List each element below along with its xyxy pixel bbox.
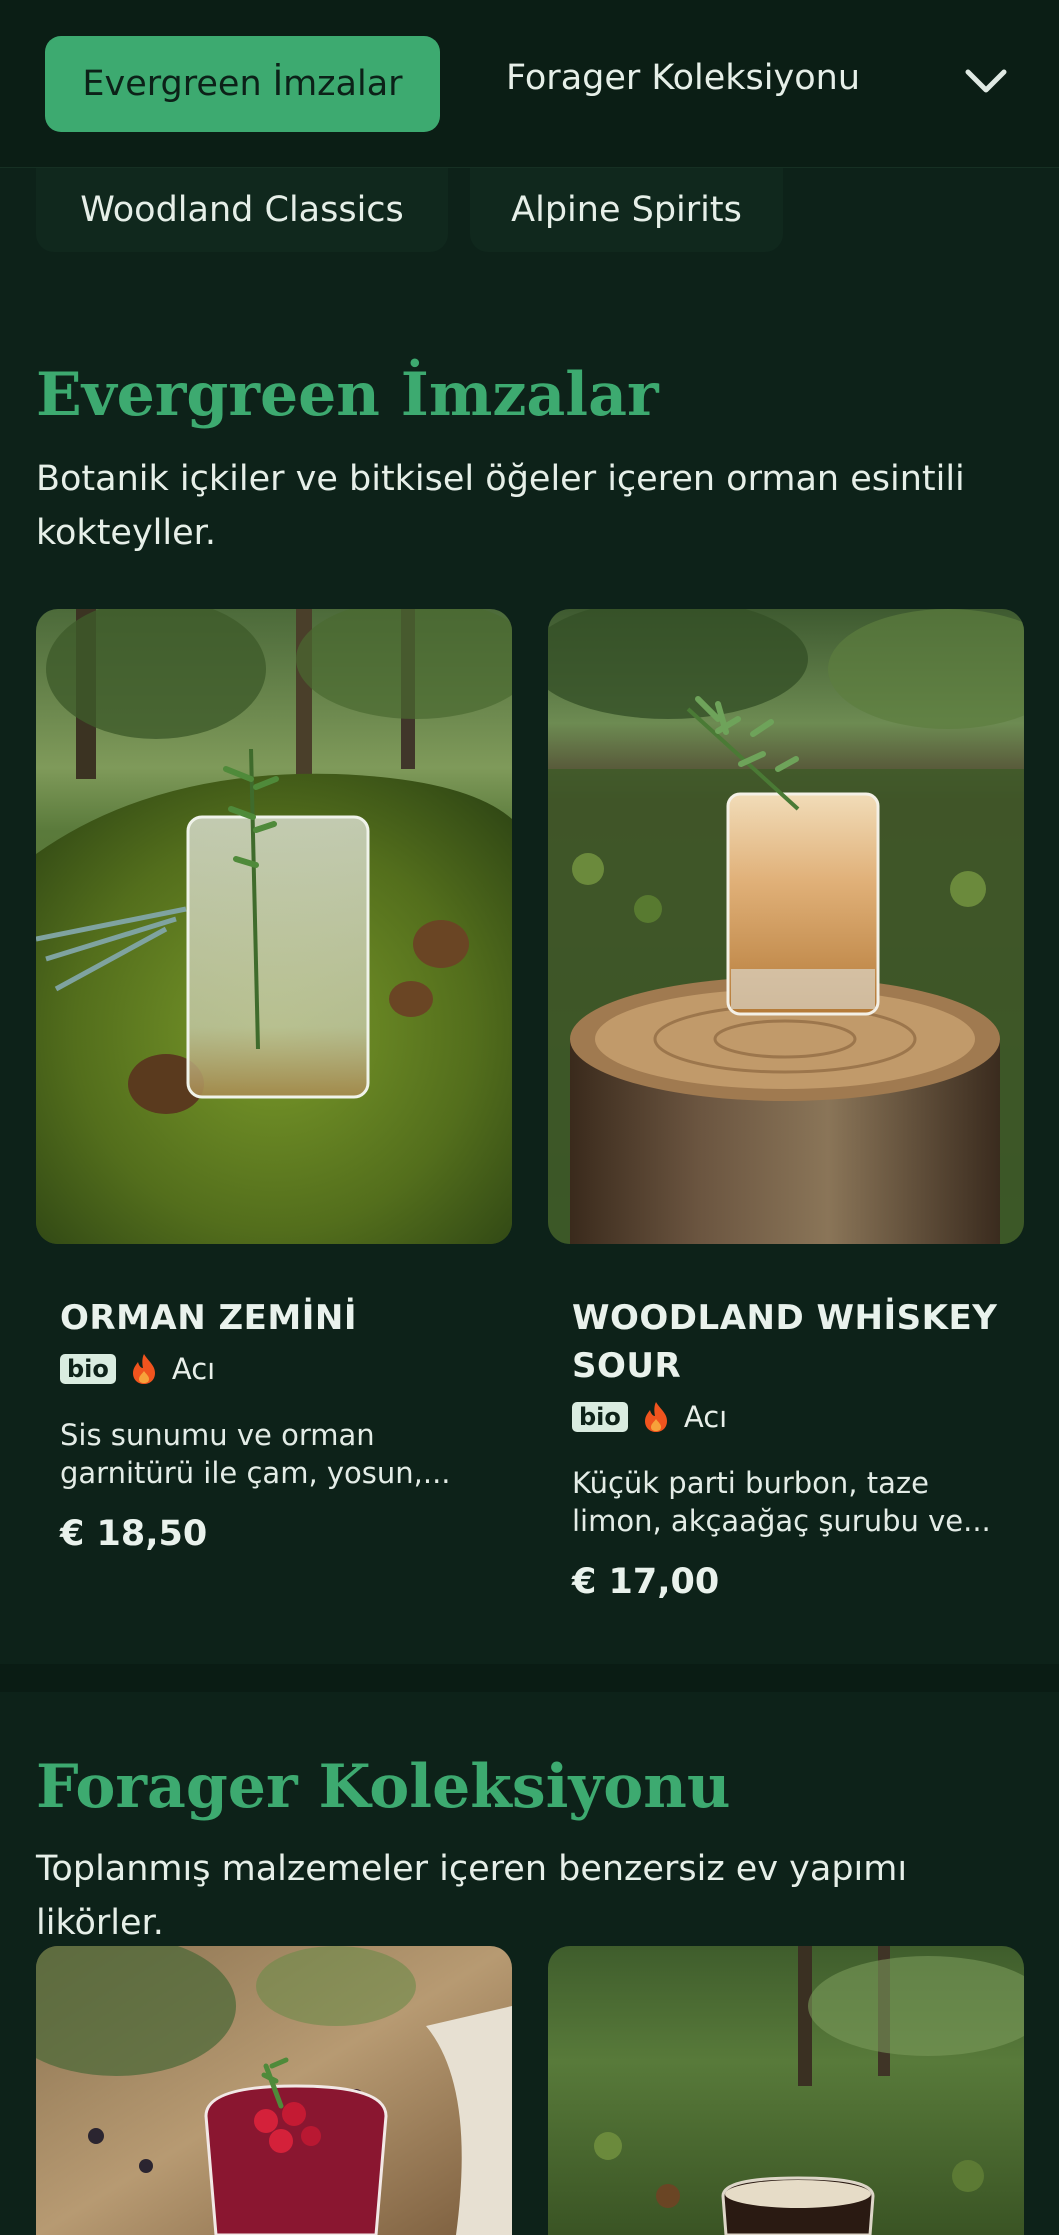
section-description: Toplanmış malzemeler içeren benzersiz ev… — [36, 1849, 908, 1943]
item-name-line: SOUR — [572, 1346, 682, 1386]
flame-icon — [132, 1354, 155, 1384]
section-description: Botanik içkiler ve bitkisel öğeler içere… — [36, 459, 965, 553]
description-line: garnitürü ile çam, yosun,... — [60, 1456, 451, 1490]
category-nav: Evergreen İmzalar Forager Koleksiyonu — [0, 0, 1059, 168]
drink-photo — [548, 1946, 1024, 2235]
item-price: € 18,50 — [60, 1514, 208, 1554]
bio-badge: bio — [60, 1354, 116, 1384]
item-name: WOODLAND WHİSKEY SOUR — [548, 1294, 1024, 1390]
drink-photo — [36, 609, 512, 1244]
item-tags: bio Acı — [548, 1400, 1024, 1434]
menu-item-card[interactable]: WOODLAND WHİSKEY SOUR bio Acı Küçük part… — [548, 609, 1024, 1602]
drink-photo — [548, 609, 1024, 1244]
menu-item-card[interactable] — [36, 1946, 512, 2235]
item-name-line: WOODLAND WHİSKEY — [572, 1298, 998, 1338]
description-line: limon, akçaağaç şurubu ve... — [572, 1504, 991, 1538]
menu-item-card[interactable]: ORMAN ZEMİNİ bio Acı Sis sunumu ve orman… — [36, 609, 512, 1554]
description-line: Sis sunumu ve orman — [60, 1418, 375, 1452]
tab-label: Evergreen İmzalar — [82, 64, 403, 104]
chip-alpine-spirits[interactable]: Alpine Spirits — [470, 168, 783, 252]
item-price: € 17,00 — [572, 1562, 720, 1602]
menu-item-card[interactable] — [548, 1946, 1024, 2235]
item-name: ORMAN ZEMİNİ — [60, 1298, 357, 1338]
drink-photo — [36, 1946, 512, 2235]
item-tag: Acı — [683, 1400, 728, 1434]
item-tag: Acı — [171, 1352, 216, 1386]
item-description: Sis sunumu ve orman garnitürü ile çam, y… — [36, 1416, 512, 1492]
category-chips: Woodland Classics Alpine Spirits — [0, 168, 1059, 258]
section-divider — [0, 1664, 1059, 1692]
item-tags: bio Acı — [36, 1352, 512, 1386]
section-title: Evergreen İmzalar — [36, 360, 659, 430]
description-line: Küçük parti burbon, taze — [572, 1466, 929, 1500]
tab-evergreen-imzalar[interactable]: Evergreen İmzalar — [45, 36, 440, 132]
chip-label: Woodland Classics — [80, 190, 404, 230]
bio-badge: bio — [572, 1402, 628, 1432]
chevron-down-icon[interactable] — [962, 62, 1010, 102]
item-description: Küçük parti burbon, taze limon, akçaağaç… — [548, 1464, 1024, 1540]
tab-forager-koleksiyonu[interactable]: Forager Koleksiyonu — [506, 58, 866, 98]
tab-label: Forager Koleksiyonu — [506, 58, 860, 98]
chip-label: Alpine Spirits — [511, 190, 742, 230]
flame-icon — [644, 1402, 667, 1432]
section-title: Forager Koleksiyonu — [36, 1752, 731, 1822]
chip-woodland-classics[interactable]: Woodland Classics — [36, 168, 448, 252]
